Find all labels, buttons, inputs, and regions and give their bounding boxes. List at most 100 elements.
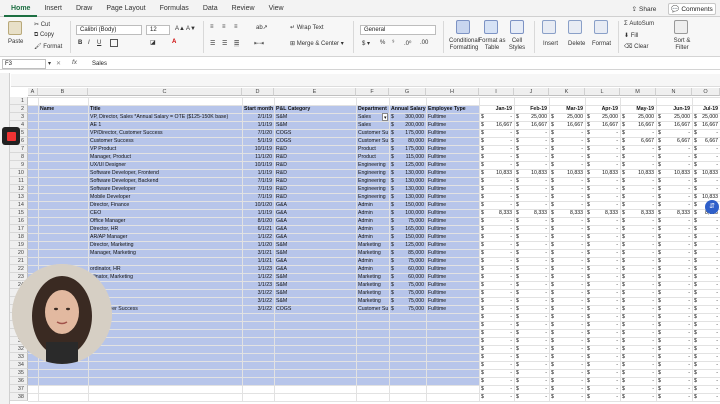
cell-title[interactable]: VP, Director, Sales *Annual Salary = OTE… <box>89 113 239 121</box>
cell-start-month[interactable]: 3/1/22 <box>243 289 273 297</box>
cell-pl-category[interactable]: R&D <box>275 153 355 161</box>
cell-month-value[interactable]: - <box>657 321 691 329</box>
cell-annual-salary[interactable]: 175,000 <box>390 145 425 153</box>
cell-month-value[interactable]: - <box>657 385 691 393</box>
cell-month-value[interactable]: - <box>480 329 513 337</box>
cell-month-value[interactable]: 25,000 <box>693 113 719 121</box>
row-header[interactable]: 1 <box>10 97 28 105</box>
cell-styles-icon[interactable] <box>510 20 524 34</box>
cell-pl-category[interactable]: S&M <box>275 273 355 281</box>
column-header-j[interactable]: J <box>514 88 549 96</box>
cell-month-value[interactable]: - <box>693 185 719 193</box>
cell-month-value[interactable]: - <box>693 329 719 337</box>
cell-pl-category[interactable]: R&D <box>275 193 355 201</box>
cell-month-value[interactable]: - <box>480 185 513 193</box>
cell-department[interactable]: Admin <box>357 217 388 225</box>
cell-month-value[interactable]: - <box>586 353 619 361</box>
cell-month-value[interactable]: - <box>621 369 655 377</box>
cell-month-value[interactable]: - <box>480 257 513 265</box>
conditional-formatting-icon[interactable] <box>456 20 470 34</box>
cell-month-value[interactable]: - <box>480 201 513 209</box>
cell-employee-type[interactable]: Fulltime <box>427 201 478 209</box>
column-header-a[interactable]: A <box>28 88 38 96</box>
cell-month-value[interactable]: - <box>621 337 655 345</box>
cell-month-value[interactable]: - <box>657 377 691 385</box>
align-center-icon[interactable]: ☰ <box>222 40 227 47</box>
comma-icon[interactable]: ⁹ <box>392 40 395 46</box>
cell-month-value[interactable]: - <box>515 217 548 225</box>
cell-month-value[interactable]: - <box>480 129 513 137</box>
cell-month-value[interactable]: - <box>657 217 691 225</box>
cell-month-value[interactable]: - <box>693 265 719 273</box>
cell-month-value[interactable]: - <box>657 201 691 209</box>
cell-month-value[interactable]: - <box>550 233 584 241</box>
cell-month-value[interactable]: - <box>550 257 584 265</box>
cell-title[interactable] <box>89 257 239 265</box>
cell-month-value[interactable]: - <box>550 145 584 153</box>
cell-month-value[interactable]: - <box>693 217 719 225</box>
cell-month-value[interactable]: - <box>621 281 655 289</box>
cell-month-value[interactable]: - <box>621 129 655 137</box>
font-size-select[interactable]: 12 <box>146 25 170 35</box>
row-header[interactable]: 7 <box>10 145 28 153</box>
name-box-dropdown-icon[interactable]: ▾ <box>48 60 51 67</box>
cell-month-value[interactable]: 8,333 <box>515 209 548 217</box>
cell-month-value[interactable]: - <box>657 193 691 201</box>
cell-month-value[interactable]: - <box>480 161 513 169</box>
row-header[interactable]: 36 <box>10 377 28 385</box>
cell-department[interactable]: Admin <box>357 201 388 209</box>
cell-month-value[interactable]: - <box>621 313 655 321</box>
row-header[interactable]: 33 <box>10 353 28 361</box>
cell-annual-salary[interactable]: 75,000 <box>390 281 425 289</box>
cell-month-value[interactable]: - <box>515 257 548 265</box>
row-header[interactable]: 21 <box>10 257 28 265</box>
cell-month-value[interactable]: - <box>621 153 655 161</box>
cell-title[interactable]: AR/AP Manager <box>89 233 239 241</box>
cell-month-value[interactable]: - <box>515 233 548 241</box>
cell-month-value[interactable]: - <box>515 241 548 249</box>
cell-month-value[interactable]: - <box>621 345 655 353</box>
cell-month-value[interactable]: - <box>550 137 584 145</box>
cell-start-month[interactable]: 1/1/20 <box>243 241 273 249</box>
cell-month-value[interactable]: - <box>657 129 691 137</box>
fill-color-icon[interactable]: ◪ <box>150 39 156 46</box>
column-header-b[interactable]: B <box>38 88 88 96</box>
cell-employee-type[interactable]: Fulltime <box>427 241 478 249</box>
cell-month-value[interactable]: 16,667 <box>621 121 655 129</box>
delete-cells-icon[interactable] <box>568 20 582 34</box>
cell-employee-type[interactable]: Fulltime <box>427 153 478 161</box>
copy-button[interactable]: ⧉ Copy <box>34 32 54 39</box>
font-shrink-icon[interactable]: A▼ <box>186 26 196 32</box>
cell-month-value[interactable]: - <box>657 353 691 361</box>
cell-month-value[interactable]: - <box>480 393 513 401</box>
cell-pl-category[interactable]: G&A <box>275 201 355 209</box>
cell-annual-salary[interactable]: 130,000 <box>390 185 425 193</box>
header-pl-category[interactable]: P&L Category <box>275 105 355 113</box>
cell-employee-type[interactable]: Fulltime <box>427 289 478 297</box>
cell-pl-category[interactable]: S&M <box>275 113 355 121</box>
column-header-o[interactable]: O <box>692 88 720 96</box>
cell-month-value[interactable]: - <box>480 273 513 281</box>
cell-month-value[interactable]: 10,833 <box>480 169 513 177</box>
cell-month-value[interactable]: - <box>515 369 548 377</box>
insert-cells-button[interactable]: Insert <box>543 41 558 47</box>
cell-month-value[interactable]: - <box>550 289 584 297</box>
cell-month-value[interactable]: - <box>480 361 513 369</box>
cell-month-value[interactable]: - <box>693 337 719 345</box>
cell-month-value[interactable]: - <box>586 385 619 393</box>
cell-month-value[interactable]: 10,833 <box>657 169 691 177</box>
cell-month-value[interactable]: 25,000 <box>586 113 619 121</box>
header-month[interactable]: Feb-19 <box>515 105 548 113</box>
cell-annual-salary[interactable]: 80,000 <box>390 137 425 145</box>
cell-month-value[interactable]: - <box>515 377 548 385</box>
cell-department[interactable]: Marketing <box>357 281 388 289</box>
cell-department[interactable]: Admin <box>357 233 388 241</box>
cell-employee-type[interactable]: Fulltime <box>427 169 478 177</box>
cell-month-value[interactable]: 16,667 <box>586 121 619 129</box>
cell-month-value[interactable]: - <box>693 393 719 401</box>
cell-annual-salary[interactable]: 125,000 <box>390 161 425 169</box>
cell-month-value[interactable]: 10,833 <box>621 169 655 177</box>
cell-title[interactable]: Manager, Product <box>89 153 239 161</box>
cell-employee-type[interactable]: Fulltime <box>427 209 478 217</box>
cell-month-value[interactable]: - <box>480 217 513 225</box>
